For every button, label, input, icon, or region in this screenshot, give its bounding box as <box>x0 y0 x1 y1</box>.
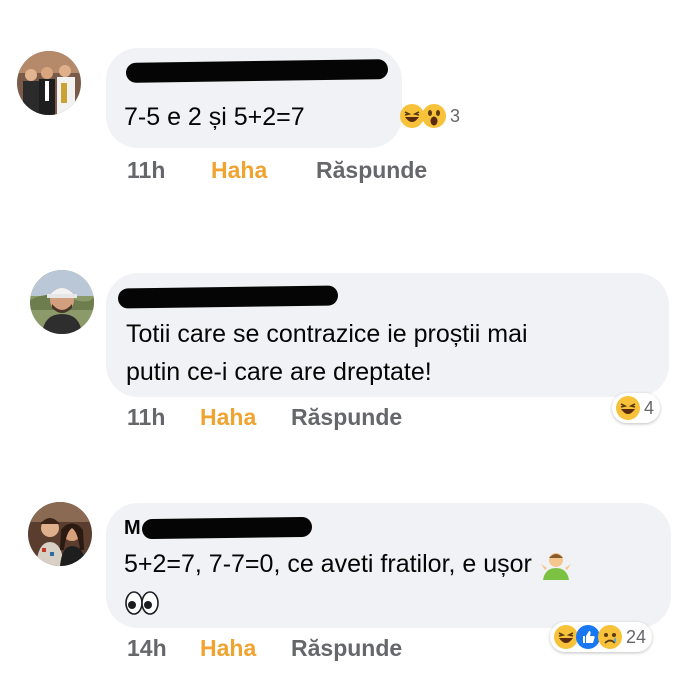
reaction-count: 24 <box>626 626 647 647</box>
author-name-initial: M <box>124 517 141 539</box>
comment-time[interactable]: 14h <box>127 635 167 662</box>
redacted-author-name <box>141 516 313 540</box>
sad-face-icon <box>598 625 622 649</box>
reply-button[interactable]: Răspunde <box>291 635 402 662</box>
comment-bubble: M 5+2=7, 7-7=0, ce aveti fratilor, e ușo… <box>106 503 671 628</box>
person-shrugging-icon <box>540 553 571 581</box>
comment-text-line: 5+2=7, 7-7=0, ce aveti fratilor, e ușor <box>124 550 532 578</box>
avatar[interactable] <box>28 502 92 566</box>
haha-reaction-button[interactable]: Haha <box>200 635 256 662</box>
avatar-couple-photo-icon <box>28 502 92 566</box>
reaction-summary[interactable]: 24 <box>550 622 653 652</box>
comment-3: M 5+2=7, 7-7=0, ce aveti fratilor, e ușo… <box>0 0 700 700</box>
comment-text: 5+2=7, 7-7=0, ce aveti fratilor, e ușor <box>124 545 573 621</box>
eyes-icon <box>125 591 159 616</box>
